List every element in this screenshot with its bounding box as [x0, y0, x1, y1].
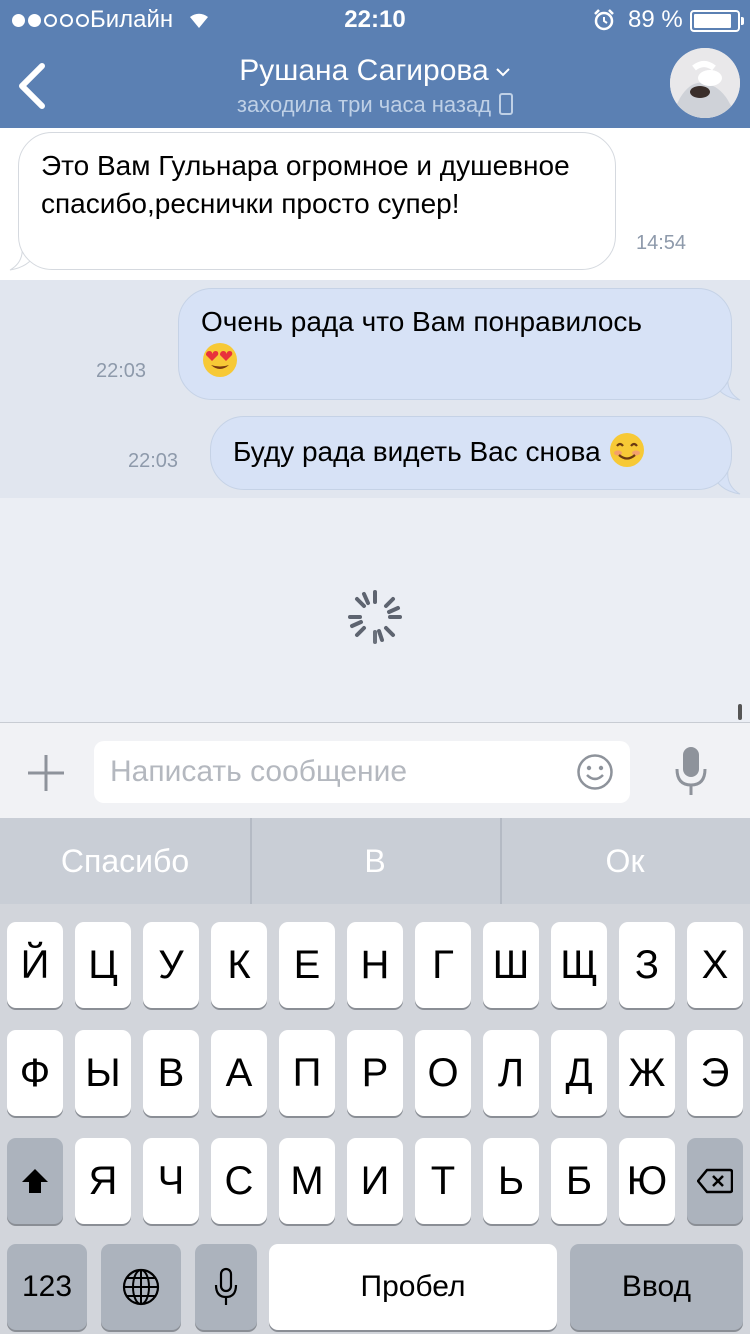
attach-plus-icon[interactable] [26, 753, 66, 793]
suggestion-1[interactable]: Спасибо [0, 818, 250, 904]
message-outgoing[interactable]: Очень рада что Вам понравилось [178, 288, 732, 400]
key[interactable]: С [211, 1138, 267, 1224]
key[interactable]: З [619, 922, 675, 1008]
chevron-down-icon [495, 68, 510, 77]
message-time: 22:03 [96, 360, 147, 382]
battery-percentage: 89 % [628, 6, 683, 33]
status-bar: Билайн 22:10 89 % [0, 0, 750, 40]
scrollbar[interactable] [738, 704, 742, 720]
key[interactable]: П [279, 1030, 335, 1116]
key[interactable]: Н [347, 922, 403, 1008]
globe-key[interactable] [101, 1244, 181, 1330]
voice-message-mic-icon[interactable] [672, 745, 710, 797]
message-time: 22:03 [128, 450, 179, 472]
key[interactable]: Ш [483, 922, 539, 1008]
backspace-icon [697, 1168, 733, 1194]
message-input-wrapper [94, 741, 630, 803]
key[interactable]: Ч [143, 1138, 199, 1224]
heart-eyes-emoji-icon [203, 343, 237, 377]
alarm-icon [594, 9, 614, 31]
suggestion-3[interactable]: Ок [500, 818, 750, 904]
message-composer [0, 722, 750, 818]
message-text: Очень рада что Вам понравилось [201, 306, 642, 337]
key[interactable]: Е [279, 922, 335, 1008]
key[interactable]: Я [75, 1138, 131, 1224]
key[interactable]: Э [687, 1030, 743, 1116]
top-bar: Билайн 22:10 89 % Рушана Сагирова заходи… [0, 0, 750, 128]
dictation-key[interactable] [195, 1244, 257, 1330]
key[interactable]: Д [551, 1030, 607, 1116]
message-time: 14:54 [636, 232, 687, 254]
key[interactable]: Й [7, 922, 63, 1008]
numbers-key[interactable]: 123 [7, 1244, 87, 1330]
key[interactable]: Р [347, 1030, 403, 1116]
message-incoming[interactable]: Это Вам Гульнара огромное и душевное спа… [18, 132, 616, 270]
message-input[interactable] [110, 741, 570, 803]
key[interactable]: Ж [619, 1030, 675, 1116]
globe-icon [122, 1268, 160, 1306]
key[interactable]: Ь [483, 1138, 539, 1224]
contact-name: Рушана Сагирова [239, 54, 489, 87]
message-text: Это Вам Гульнара огромное и душевное спа… [41, 150, 570, 219]
shift-arrow-icon [22, 1169, 48, 1193]
backspace-key[interactable] [687, 1138, 743, 1224]
chat-title[interactable]: Рушана Сагирова [0, 54, 750, 88]
key[interactable]: Щ [551, 922, 607, 1008]
key[interactable]: И [347, 1138, 403, 1224]
loading-spinner-icon [348, 590, 402, 644]
key[interactable]: Ю [619, 1138, 675, 1224]
avatar[interactable] [670, 48, 740, 118]
battery-icon [690, 10, 744, 32]
keyboard: Й Ц У К Е Н Г Ш Щ З Х Ф Ы В А П Р О Л Д … [0, 904, 750, 1334]
shift-key[interactable] [7, 1138, 63, 1224]
emoji-smile-icon[interactable] [576, 753, 614, 791]
key[interactable]: Ц [75, 922, 131, 1008]
key[interactable]: О [415, 1030, 471, 1116]
key[interactable]: Ы [75, 1030, 131, 1116]
last-seen-text: заходила три часа назад [236, 92, 492, 117]
key[interactable]: У [143, 922, 199, 1008]
key[interactable]: В [143, 1030, 199, 1116]
microphone-icon [214, 1267, 238, 1305]
key[interactable]: Г [415, 922, 471, 1008]
space-key[interactable]: Пробел [269, 1244, 557, 1330]
chat-history[interactable]: Это Вам Гульнара огромное и душевное спа… [0, 128, 750, 722]
message-outgoing[interactable]: Буду рада видеть Вас снова [210, 416, 732, 490]
return-key[interactable]: Ввод [570, 1244, 743, 1330]
suggestion-2[interactable]: В [250, 818, 500, 904]
key[interactable]: Ф [7, 1030, 63, 1116]
message-text: Буду рада видеть Вас снова [233, 436, 601, 467]
key[interactable]: К [211, 922, 267, 1008]
mobile-phone-icon [499, 93, 514, 115]
last-seen-status: заходила три часа назад [0, 92, 750, 118]
smiling-face-emoji-icon [610, 433, 645, 467]
key[interactable]: Х [687, 922, 743, 1008]
key[interactable]: А [211, 1030, 267, 1116]
predictive-suggestions: Спасибо В Ок [0, 818, 750, 904]
key[interactable]: Л [483, 1030, 539, 1116]
key[interactable]: Т [415, 1138, 471, 1224]
key[interactable]: Б [551, 1138, 607, 1224]
key[interactable]: М [279, 1138, 335, 1224]
